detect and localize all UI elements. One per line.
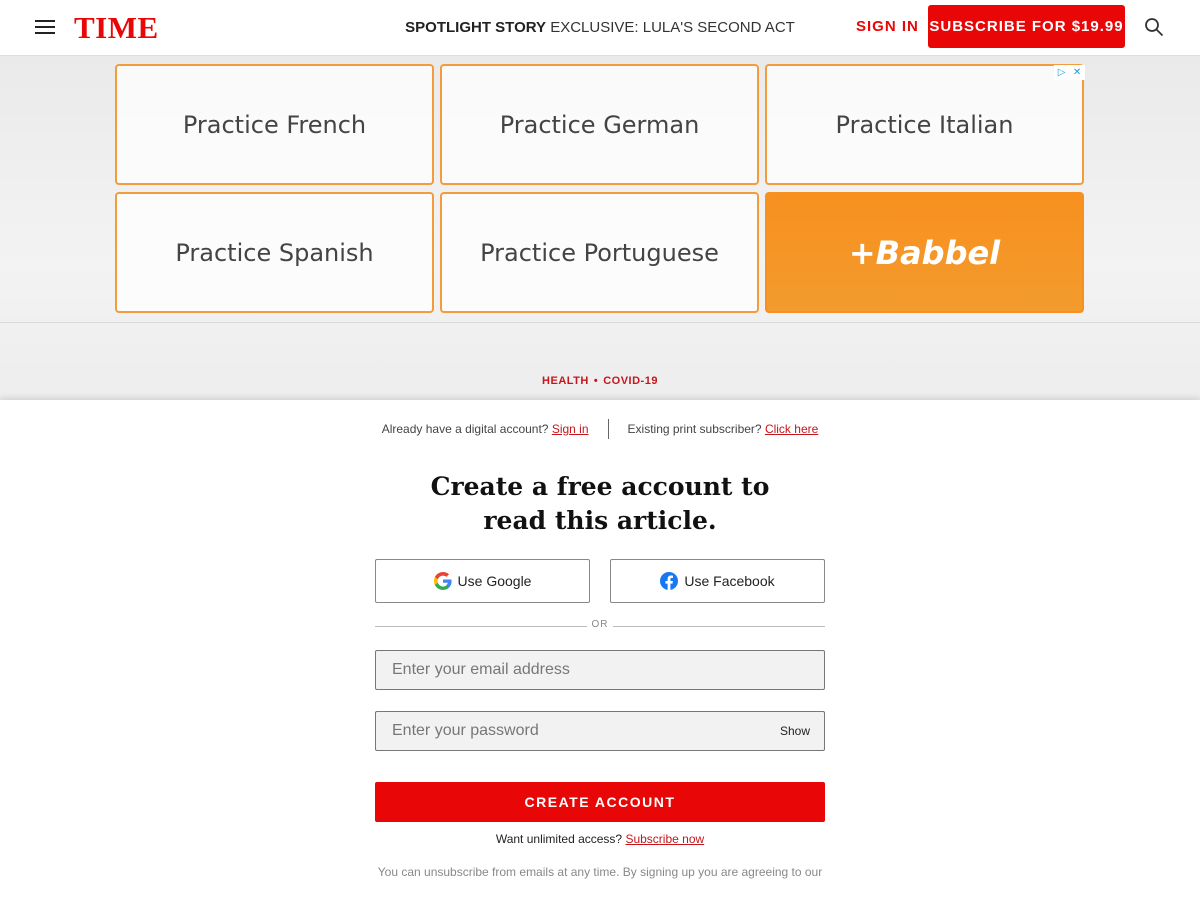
google-signin-button[interactable]: Use Google xyxy=(375,559,590,603)
click-here-link[interactable]: Click here xyxy=(765,422,818,436)
ad-tile-german[interactable]: Practice German xyxy=(440,64,759,185)
ad-tile-italian[interactable]: Practice Italian xyxy=(765,64,1084,185)
password-field[interactable] xyxy=(376,712,824,750)
unlimited-access-prompt: Want unlimited access? Subscribe now xyxy=(0,832,1200,846)
ad-tile-portuguese[interactable]: Practice Portuguese xyxy=(440,192,759,313)
or-line-right xyxy=(613,626,825,627)
legal-text: You can unsubscribe from emails at any t… xyxy=(377,865,823,879)
or-label: OR xyxy=(591,619,609,630)
google-icon xyxy=(433,572,452,590)
or-divider: OR xyxy=(375,619,825,633)
digital-account-text: Already have a digital account? xyxy=(381,422,549,436)
modal-headline: Create a free account to read this artic… xyxy=(0,470,1200,538)
print-subscriber-prompt: Existing print subscriber? Click here xyxy=(609,422,838,439)
breadcrumb-separator: • xyxy=(593,375,599,387)
headline-line-2: read this article. xyxy=(483,506,717,535)
account-links: Already have a digital account? Sign in … xyxy=(0,419,1200,439)
breadcrumb: HEALTH • COVID-19 xyxy=(0,375,1200,387)
sign-in-link-modal[interactable]: Sign in xyxy=(552,422,589,436)
digital-account-prompt: Already have a digital account? Sign in xyxy=(363,422,608,439)
show-password-toggle[interactable]: Show xyxy=(780,724,810,738)
headline-line-1: Create a free account to xyxy=(430,472,770,501)
print-subscriber-text: Existing print subscriber? xyxy=(627,422,762,436)
facebook-icon xyxy=(660,572,679,590)
signup-modal: Already have a digital account? Sign in … xyxy=(0,400,1200,900)
create-account-button[interactable]: CREATE ACCOUNT xyxy=(375,782,825,822)
facebook-signin-button[interactable]: Use Facebook xyxy=(610,559,825,603)
ad-close-icon[interactable]: ✕ xyxy=(1073,67,1081,78)
ad-tile-spanish[interactable]: Practice Spanish xyxy=(115,192,434,313)
subscribe-now-link[interactable]: Subscribe now xyxy=(625,832,704,846)
subscribe-button[interactable]: SUBSCRIBE FOR $19.99 xyxy=(928,5,1125,48)
adchoices-triangle-icon: ▷ xyxy=(1057,67,1066,78)
search-icon[interactable] xyxy=(1144,17,1164,37)
spotlight-label: SPOTLIGHT STORY xyxy=(405,19,547,36)
ad-tile-babbel-logo[interactable]: +Babbel xyxy=(765,192,1084,313)
password-field-wrapper: Show xyxy=(375,711,825,751)
advertisement: Practice French Practice German Practice… xyxy=(0,56,1200,400)
sign-in-link[interactable]: SIGN IN xyxy=(856,18,919,35)
spotlight-title: EXCLUSIVE: LULA'S SECOND ACT xyxy=(550,19,795,36)
google-button-label: Use Google xyxy=(457,573,532,589)
breadcrumb-section[interactable]: HEALTH xyxy=(542,375,589,387)
unlimited-access-text: Want unlimited access? xyxy=(495,832,623,846)
breadcrumb-topic[interactable]: COVID-19 xyxy=(603,375,658,387)
site-header: TIME SPOTLIGHT STORY EXCLUSIVE: LULA'S S… xyxy=(0,0,1200,56)
adchoices-icon[interactable]: ▷ ✕ xyxy=(1054,65,1085,80)
ad-tile-french[interactable]: Practice French xyxy=(115,64,434,185)
email-field[interactable] xyxy=(376,651,824,689)
facebook-button-label: Use Facebook xyxy=(684,573,775,589)
email-field-wrapper xyxy=(375,650,825,690)
